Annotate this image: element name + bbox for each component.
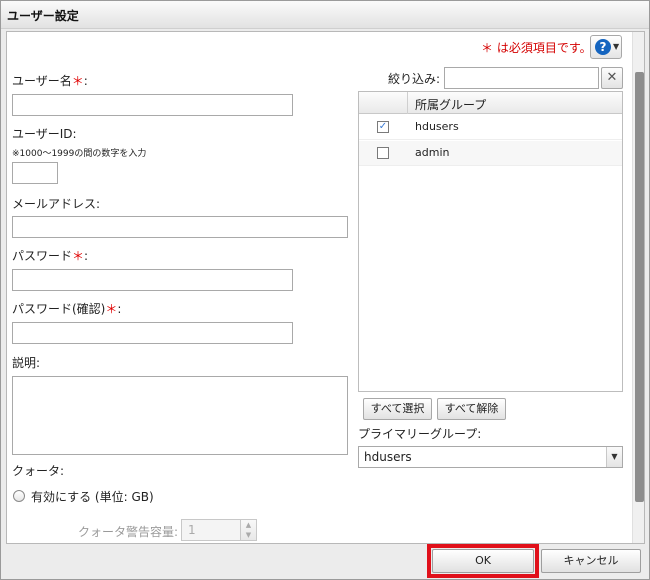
password-confirm-required-mark: ＊ — [105, 302, 118, 316]
list-item[interactable]: ✓ hdusers — [359, 115, 622, 140]
username-label: ユーザー名＊: — [12, 72, 88, 89]
title-bar[interactable]: ユーザー設定 — [1, 1, 649, 29]
dialog-content: ＊ は必須項目です。 ? ▼ ユーザー名＊: ユーザーID: ※1000～199… — [6, 31, 645, 544]
quota-label: クォータ: — [12, 464, 65, 478]
chevron-down-icon[interactable]: ▼ — [606, 447, 622, 467]
clear-filter-button[interactable]: ✕ — [601, 67, 623, 89]
group-column-header[interactable]: 所属グループ — [415, 96, 486, 113]
username-input[interactable] — [12, 94, 293, 116]
header-divider — [407, 92, 408, 114]
primary-group-select[interactable]: hdusers ▼ — [358, 446, 623, 468]
password-label-text: パスワード — [12, 249, 73, 263]
password-colon: : — [84, 249, 89, 263]
select-all-button[interactable]: すべて選択 — [363, 398, 432, 420]
description-textarea[interactable] — [12, 376, 348, 455]
filter-input[interactable] — [444, 67, 599, 89]
password-confirm-label: パスワード(確認)＊: — [12, 300, 121, 317]
quota-warning-stepper[interactable]: 1 ▲ ▼ — [181, 519, 257, 541]
primary-group-value: hdusers — [364, 450, 412, 464]
group-checkbox-hdusers[interactable]: ✓ — [377, 121, 389, 133]
filter-label: 絞り込み: — [388, 72, 441, 86]
scrollbar-thumb[interactable] — [635, 72, 644, 502]
close-icon: ✕ — [606, 70, 618, 85]
group-name: hdusers — [415, 120, 459, 133]
group-list: 所属グループ ✓ hdusers admin — [358, 91, 623, 392]
vertical-scrollbar[interactable] — [632, 32, 644, 543]
quota-enable-radio[interactable] — [13, 490, 25, 502]
stepper-up-icon[interactable]: ▲ — [241, 520, 256, 530]
primary-group-label: プライマリーグループ: — [358, 427, 482, 441]
password-label: パスワード＊: — [12, 247, 88, 264]
password-required-mark: ＊ — [72, 249, 85, 263]
help-icon: ? — [595, 39, 611, 55]
cancel-button[interactable]: キャンセル — [541, 549, 641, 573]
group-list-header: 所属グループ — [359, 92, 622, 114]
stepper-arrows[interactable]: ▲ ▼ — [240, 520, 256, 540]
user-id-input[interactable] — [12, 162, 58, 184]
user-id-label: ユーザーID: — [12, 127, 77, 141]
password-confirm-input[interactable] — [12, 322, 293, 344]
email-label: メールアドレス: — [12, 197, 101, 211]
user-id-hint: ※1000～1999の間の数字を入力 — [12, 149, 147, 159]
quota-warning-value: 1 — [188, 523, 196, 537]
list-item[interactable]: admin — [359, 141, 622, 166]
password-confirm-label-text: パスワード(確認) — [12, 302, 106, 316]
password-input[interactable] — [12, 269, 293, 291]
username-colon: : — [83, 74, 88, 88]
group-name: admin — [415, 146, 450, 159]
group-checkbox-admin[interactable] — [377, 147, 389, 159]
description-label: 説明: — [12, 356, 41, 370]
quota-warning-label: クォータ警告容量: — [78, 525, 179, 539]
quota-enable-label[interactable]: 有効にする (単位: GB) — [31, 488, 154, 505]
caret-down-icon: ▼ — [613, 42, 620, 51]
email-input[interactable] — [12, 216, 348, 238]
dialog-title: ユーザー設定 — [7, 9, 79, 23]
required-note: ＊ は必須項目です。 — [481, 41, 592, 55]
username-label-text: ユーザー名 — [12, 74, 72, 88]
username-required-mark: ＊ — [71, 74, 84, 88]
deselect-all-button[interactable]: すべて解除 — [437, 398, 506, 420]
password-confirm-colon: : — [117, 302, 122, 316]
stepper-down-icon[interactable]: ▼ — [241, 530, 256, 540]
user-settings-dialog: ユーザー設定 ＊ は必須項目です。 ? ▼ ユーザー名＊: ユーザーID: ※1… — [0, 0, 650, 580]
help-button[interactable]: ? ▼ — [590, 35, 622, 59]
ok-highlight-box — [427, 544, 539, 578]
